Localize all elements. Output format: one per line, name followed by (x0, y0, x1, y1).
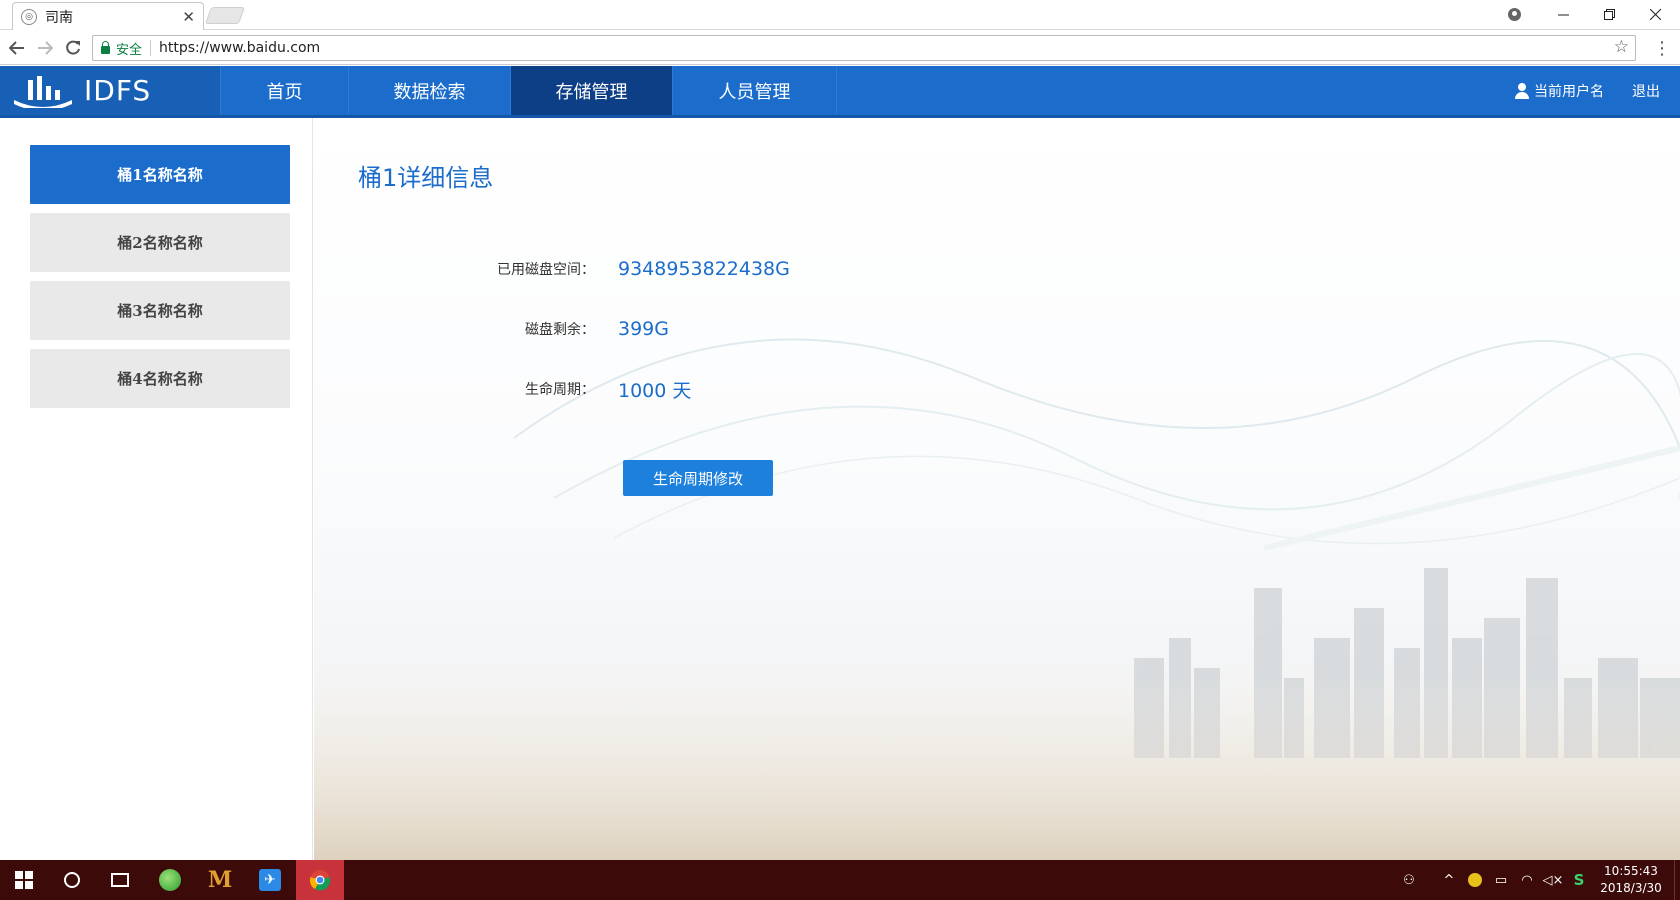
tab-favicon-icon: ◎ (21, 8, 37, 25)
close-window-button[interactable] (1632, 0, 1678, 28)
nav-home[interactable]: 首页 (221, 66, 349, 115)
taskbar-app-feishu[interactable]: ✈ (246, 860, 294, 900)
windows-taskbar: M ✈ ⚇ ^ ▭ ◠ ◁× S 10:55:43 2018/3/30 (0, 860, 1680, 900)
people-icon[interactable]: ⚇ (1398, 860, 1420, 900)
minimize-button[interactable] (1540, 0, 1586, 28)
close-icon (1649, 8, 1661, 20)
green-browser-icon (159, 869, 181, 891)
info-row-remaining-space: 磁盘剩余： 399G (314, 314, 1014, 344)
profile-button[interactable] (1494, 0, 1534, 28)
remaining-space-value: 399G (618, 318, 669, 340)
browser-tab[interactable]: ◎ 司南 ✕ (12, 2, 204, 30)
restore-button[interactable] (1586, 0, 1632, 28)
input-method-icon[interactable]: S (1568, 860, 1590, 900)
profile-icon (1507, 7, 1521, 21)
taskbar-app-chrome[interactable] (296, 860, 344, 900)
bucket-sidebar: 桶1名称名称 桶2名称名称 桶3名称名称 桶4名称名称 (0, 118, 313, 860)
bucket-detail-panel: 桶1详细信息 已用磁盘空间： 9348953822438G 磁盘剩余： 399G… (314, 118, 1680, 860)
browser-toolbar: 安全 https://www.baidu.com ☆ ⋮ (0, 31, 1680, 65)
task-view-button[interactable] (96, 860, 144, 900)
main-nav: 首页 数据检索 存储管理 人员管理 (220, 66, 837, 115)
browser-menu-icon[interactable]: ⋮ (1652, 36, 1672, 60)
task-view-icon (111, 873, 129, 887)
reload-button[interactable] (61, 36, 85, 60)
arrow-right-icon (38, 41, 53, 55)
search-circle-icon (64, 872, 80, 888)
info-row-lifecycle: 生命周期： 1000 天 (314, 374, 1014, 404)
browser-tab-strip: ◎ 司南 ✕ (0, 0, 1680, 30)
user-area: 当前用户名 退出 (1515, 66, 1680, 115)
minimize-icon (1557, 14, 1569, 15)
sidebar-item-bucket-3[interactable]: 桶3名称名称 (30, 281, 290, 340)
url-text[interactable]: https://www.baidu.com (159, 40, 320, 56)
taskbar-app-360-browser[interactable] (146, 860, 194, 900)
app-logo[interactable]: IDFS (0, 66, 220, 115)
taskbar-app-m[interactable]: M (196, 860, 244, 900)
clock-time: 10:55:43 (1604, 864, 1658, 878)
bird-app-icon: ✈ (259, 869, 281, 891)
remaining-space-label: 磁盘剩余： (525, 322, 595, 338)
used-space-value: 9348953822438G (618, 258, 790, 280)
chevron-up-icon[interactable]: ^ (1438, 860, 1460, 900)
sidebar-item-bucket-4[interactable]: 桶4名称名称 (30, 349, 290, 408)
info-row-used-space: 已用磁盘空间： 9348953822438G (314, 254, 1014, 284)
reload-icon (66, 40, 80, 55)
secure-label: 安全 (116, 42, 143, 58)
omnibox-divider (150, 40, 152, 56)
logout-link[interactable]: 退出 (1632, 81, 1660, 101)
cortana-search-button[interactable] (48, 860, 96, 900)
m-app-icon: M (207, 867, 233, 893)
tab-close-icon[interactable]: ✕ (182, 8, 195, 26)
system-tray: ⚇ ^ ▭ ◠ ◁× S 10:55:43 2018/3/30 (1398, 860, 1680, 900)
start-button[interactable] (0, 860, 48, 900)
arrow-left-icon (9, 41, 24, 55)
new-tab-button[interactable] (204, 7, 246, 24)
lock-icon (101, 41, 110, 54)
windows-logo-icon (15, 871, 33, 889)
bookmark-star-icon[interactable]: ☆ (1614, 37, 1629, 57)
forward-button[interactable] (33, 36, 57, 60)
page-title: 桶1详细信息 (358, 164, 494, 192)
idfs-logo-icon (14, 75, 72, 108)
used-space-label: 已用磁盘空间： (497, 262, 595, 278)
current-user-name[interactable]: 当前用户名 (1534, 81, 1604, 101)
address-bar[interactable]: 安全 https://www.baidu.com ☆ (92, 35, 1636, 61)
city-background-image (314, 338, 1680, 860)
modify-lifecycle-button[interactable]: 生命周期修改 (623, 460, 773, 496)
sidebar-item-bucket-2[interactable]: 桶2名称名称 (30, 213, 290, 272)
restore-icon (1603, 8, 1615, 20)
sidebar-item-bucket-1[interactable]: 桶1名称名称 (30, 145, 290, 204)
nav-data-search[interactable]: 数据检索 (349, 66, 511, 115)
battery-icon[interactable]: ▭ (1490, 860, 1512, 900)
nav-user-management[interactable]: 人员管理 (673, 66, 837, 115)
lifecycle-value: 1000 天 (618, 379, 692, 402)
nav-storage-management[interactable]: 存储管理 (511, 66, 673, 115)
user-icon (1515, 82, 1529, 99)
logo-text: IDFS (84, 74, 152, 107)
wifi-icon[interactable]: ◠ (1516, 860, 1538, 900)
system-clock[interactable]: 10:55:43 2018/3/30 (1594, 863, 1668, 897)
back-button[interactable] (5, 36, 29, 60)
clock-date: 2018/3/30 (1600, 881, 1662, 895)
chrome-icon (309, 870, 331, 891)
lifecycle-label: 生命周期： (525, 382, 595, 398)
show-desktop-button[interactable] (1674, 860, 1680, 900)
security-tray-icon[interactable] (1464, 860, 1486, 900)
app-header: IDFS 首页 数据检索 存储管理 人员管理 当前用户名 退出 (0, 66, 1680, 118)
volume-muted-icon[interactable]: ◁× (1542, 860, 1564, 900)
tab-title: 司南 (45, 9, 73, 26)
